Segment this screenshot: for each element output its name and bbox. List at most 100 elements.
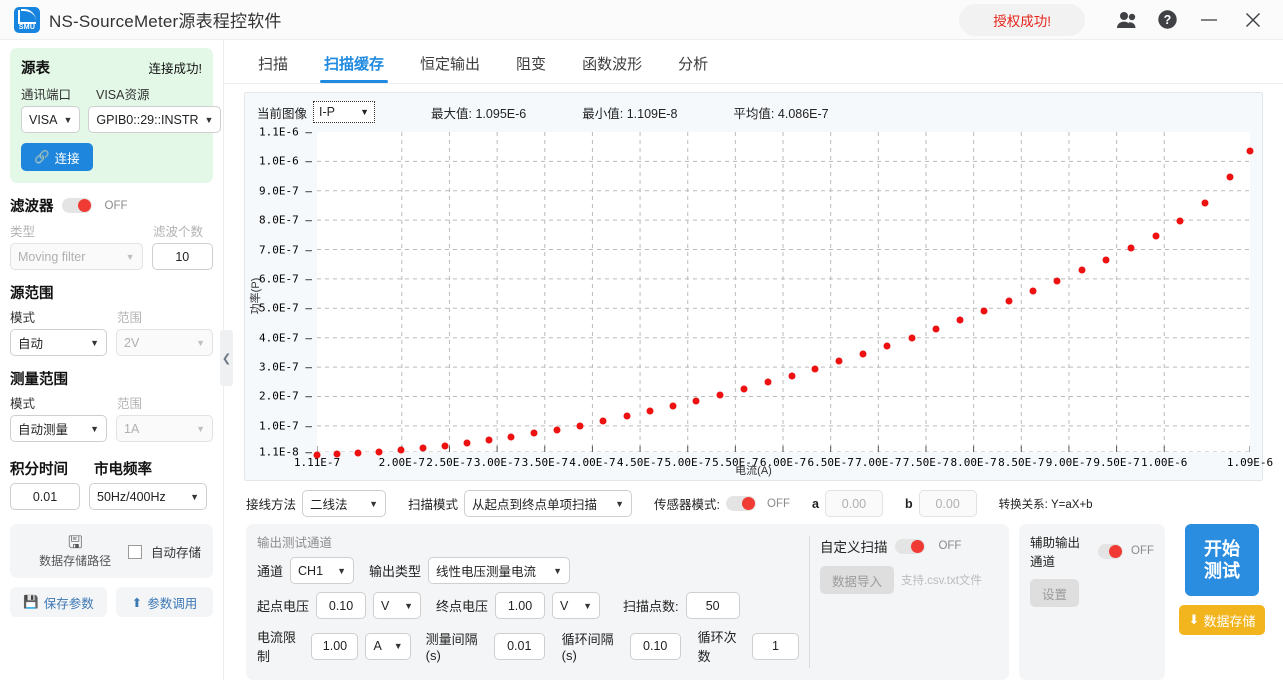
data-point <box>375 448 383 456</box>
integration-time-input[interactable]: 0.01 <box>10 483 80 510</box>
data-import-hint: 支持.csv.txt文件 <box>900 575 982 587</box>
connection-status: 连接成功! <box>148 62 202 76</box>
coefficient-b-group: b 0.00 <box>905 490 977 517</box>
data-point <box>576 422 584 430</box>
port-label: 通讯端口 <box>21 88 72 102</box>
source-range-mode-value: 自动 <box>18 337 44 351</box>
end-voltage-unit: V <box>560 598 569 613</box>
port-select[interactable]: VISA ▼ <box>21 106 81 133</box>
measure-range-range-label: 范围 <box>117 397 143 411</box>
start-voltage-unit-select[interactable]: V ▼ <box>373 592 422 619</box>
current-image-select[interactable]: I-P ▼ <box>313 101 376 123</box>
start-voltage-input[interactable]: 0.10 <box>316 592 367 619</box>
data-point <box>1201 199 1209 207</box>
measure-interval-input[interactable]: 0.01 <box>493 632 545 660</box>
custom-sweep-toggle[interactable] <box>895 538 926 554</box>
sensor-mode-toggle[interactable] <box>726 496 757 511</box>
y-tick-label: 4.0E-7 – <box>259 331 312 345</box>
aux-channel-toggle[interactable] <box>1098 543 1123 559</box>
source-range-section: 源范围 模式 范围 自动 ▼ 2V ▼ <box>10 282 213 356</box>
tab-analysis[interactable]: 分析 <box>664 53 722 83</box>
help-icon[interactable]: ? <box>1147 0 1187 40</box>
sweep-points-label: 扫描点数: <box>623 599 679 614</box>
loop-count-input[interactable]: 1 <box>752 632 800 660</box>
filter-toggle-state: OFF <box>104 199 128 212</box>
coefficient-b-input[interactable]: 0.00 <box>918 490 977 517</box>
data-point <box>859 350 867 358</box>
visa-resource-select[interactable]: GPIB0::29::INSTR ▼ <box>88 106 222 133</box>
channel-select[interactable]: CH1 ▼ <box>290 557 355 584</box>
coefficient-b-value: 0.00 <box>935 496 960 511</box>
measure-range-mode-select[interactable]: 自动测量 ▼ <box>10 415 107 442</box>
close-icon[interactable] <box>1231 0 1275 40</box>
wiring-select[interactable]: 二线法 ▼ <box>302 490 387 517</box>
coefficient-a-input[interactable]: 0.00 <box>824 490 883 517</box>
data-point <box>1078 266 1086 274</box>
tab-resistance-change[interactable]: 阻变 <box>502 53 560 83</box>
filter-count-input[interactable]: 10 <box>151 243 213 270</box>
load-params-button[interactable]: ⬆ 参数调用 <box>116 587 213 617</box>
source-range-mode-select[interactable]: 自动 ▼ <box>10 329 107 356</box>
measure-interval-label: 测量间隔(s) <box>425 632 478 663</box>
sensor-mode-group: 传感器模式: OFF <box>654 494 790 513</box>
app-logo-icon: SMU <box>14 6 40 33</box>
filter-type-label: 类型 <box>10 225 36 239</box>
y-tick-label: 9.0E-7 – <box>259 184 312 198</box>
sidebar-collapse-handle[interactable]: ❮ <box>220 330 233 386</box>
data-storage-path-button[interactable]: 🖫 数据存储路径 <box>22 533 128 569</box>
output-type-value: 线性电压测量电流 <box>436 565 537 579</box>
chevron-down-icon: ▼ <box>90 337 99 348</box>
tab-function-waveform[interactable]: 函数波形 <box>568 53 656 83</box>
data-point <box>1152 232 1160 240</box>
measure-range-mode-value: 自动测量 <box>18 423 69 437</box>
users-icon[interactable] <box>1107 0 1147 40</box>
line-frequency-label: 市电频率 <box>94 462 152 478</box>
sweep-points-input[interactable]: 50 <box>685 592 740 619</box>
chevron-down-icon: ▼ <box>196 337 205 348</box>
y-tick-label: 2.0E-7 – <box>259 389 312 403</box>
start-voltage-label: 起点电压 <box>257 599 310 614</box>
data-point <box>530 429 538 437</box>
minimize-icon[interactable] <box>1187 0 1231 40</box>
current-limit-value: 1.00 <box>322 639 348 653</box>
connect-button[interactable]: 🔗 连接 <box>21 143 93 171</box>
data-point <box>1246 147 1254 155</box>
sweep-mode-select[interactable]: 从起点到终点单项扫描 ▼ <box>464 490 633 517</box>
tab-sweep-buffer[interactable]: 扫描缓存 <box>310 53 398 83</box>
loop-interval-input[interactable]: 0.10 <box>629 632 681 660</box>
output-type-label: 输出类型 <box>369 564 422 579</box>
y-tick-label: 6.0E-7 – <box>259 272 312 286</box>
save-params-button[interactable]: 💾 保存参数 <box>10 587 107 617</box>
filter-type-select[interactable]: Moving filter ▼ <box>10 243 143 270</box>
link-icon: 🔗 <box>34 149 50 164</box>
tab-constant-output[interactable]: 恒定输出 <box>406 53 494 83</box>
x-axis-label: 电流(A) <box>735 465 772 477</box>
start-test-button[interactable]: 开始 测试 <box>1185 524 1259 596</box>
tab-sweep[interactable]: 扫描 <box>244 53 302 83</box>
auto-save-checkbox[interactable]: 自动存储 <box>128 542 201 561</box>
filter-toggle[interactable] <box>61 198 92 213</box>
chevron-down-icon: ▼ <box>583 600 593 611</box>
end-voltage-unit-select[interactable]: V ▼ <box>552 592 601 619</box>
loop-interval-value: 0.10 <box>643 639 668 653</box>
data-point <box>883 342 891 350</box>
data-import-button[interactable]: 数据导入 <box>819 566 894 594</box>
data-point <box>553 426 561 434</box>
save-data-button[interactable]: ⬇ 数据存储 <box>1178 605 1266 635</box>
chevron-down-icon: ▼ <box>63 114 73 125</box>
sensor-mode-label: 传感器模式: <box>654 498 721 512</box>
measure-range-range-select[interactable]: 1A ▼ <box>116 415 213 442</box>
aux-channel-card: 辅助输出通道 OFF 设置 <box>1019 524 1165 680</box>
output-type-select[interactable]: 线性电压测量电流 ▼ <box>428 557 571 584</box>
sweep-points-value: 50 <box>705 598 720 613</box>
y-tick-label: 8.0E-7 – <box>259 213 312 227</box>
line-frequency-select[interactable]: 50Hz/400Hz ▼ <box>89 483 207 510</box>
current-limit-unit-select[interactable]: A ▼ <box>365 632 411 660</box>
limit-row: 电流限制 1.00 A ▼ 测量间隔(s) 0.01 循环间隔(s) 0.10 … <box>257 627 800 665</box>
current-image-value: I-P <box>319 105 335 119</box>
aux-settings-button[interactable]: 设置 <box>1030 579 1080 607</box>
source-range-range-select[interactable]: 2V ▼ <box>116 329 213 356</box>
main-content: 扫描 扫描缓存 恒定输出 阻变 函数波形 分析 当前图像 I-P ▼ 最大值: … <box>224 40 1283 680</box>
end-voltage-input[interactable]: 1.00 <box>495 592 546 619</box>
current-limit-input[interactable]: 1.00 <box>311 632 359 660</box>
